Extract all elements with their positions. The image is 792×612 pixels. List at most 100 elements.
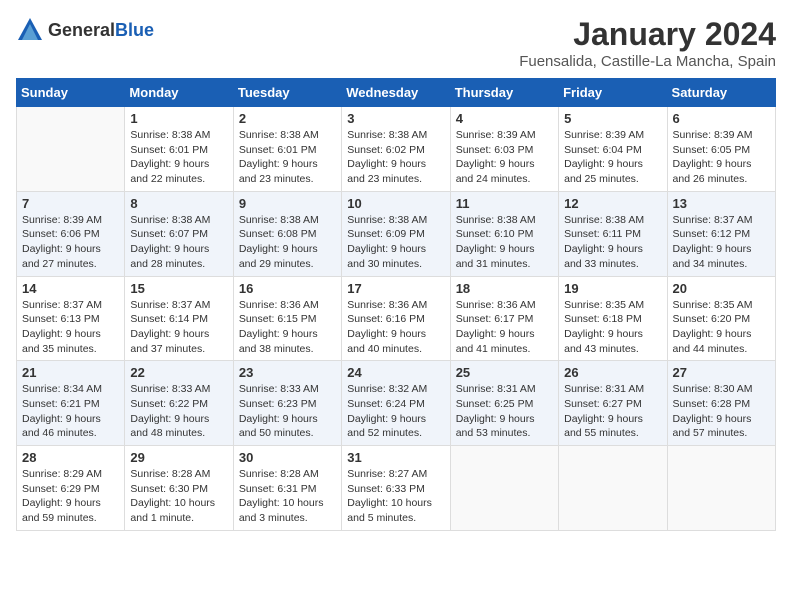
day-number: 16 (239, 281, 336, 296)
day-info: Sunrise: 8:31 AMSunset: 6:27 PMDaylight:… (564, 382, 661, 441)
logo-blue: Blue (115, 20, 154, 40)
table-row: 2 Sunrise: 8:38 AMSunset: 6:01 PMDaylight… (233, 107, 341, 192)
day-number: 15 (130, 281, 227, 296)
day-info: Sunrise: 8:38 AMSunset: 6:01 PMDaylight:… (239, 128, 336, 187)
header-thursday: Thursday (450, 79, 558, 107)
header-friday: Friday (559, 79, 667, 107)
calendar: Sunday Monday Tuesday Wednesday Thursday… (16, 78, 776, 531)
calendar-row: 14 Sunrise: 8:37 AMSunset: 6:13 PMDayligh… (17, 276, 776, 361)
table-row: 1Sunrise: 8:38 AMSunset: 6:01 PMDaylight… (125, 107, 233, 192)
table-row: 29Sunrise: 8:28 AMSunset: 6:30 PMDayligh… (125, 446, 233, 531)
day-number: 17 (347, 281, 444, 296)
logo-general: General (48, 20, 115, 40)
day-number: 9 (239, 196, 336, 211)
day-info: Sunrise: 8:37 AMSunset: 6:12 PMDaylight:… (673, 213, 770, 272)
day-info: Sunrise: 8:39 AMSunset: 6:04 PMDaylight:… (564, 128, 661, 187)
day-info: Sunrise: 8:39 AMSunset: 6:06 PMDaylight:… (22, 213, 119, 272)
table-row: 22 Sunrise: 8:33 AMSunset: 6:22 PMDayligh… (125, 361, 233, 446)
table-row (559, 446, 667, 531)
day-number: 20 (673, 281, 770, 296)
table-row: 23Sunrise: 8:33 AMSunset: 6:23 PMDayligh… (233, 361, 341, 446)
day-info: Sunrise: 8:39 AMSunset: 6:03 PMDaylight:… (456, 128, 553, 187)
table-row: 27 Sunrise: 8:30 AMSunset: 6:28 PMDayligh… (667, 361, 775, 446)
table-row: 14 Sunrise: 8:37 AMSunset: 6:13 PMDayligh… (17, 276, 125, 361)
calendar-row: 28Sunrise: 8:29 AMSunset: 6:29 PMDayligh… (17, 446, 776, 531)
day-number: 6 (673, 111, 770, 126)
calendar-row: 1Sunrise: 8:38 AMSunset: 6:01 PMDaylight… (17, 107, 776, 192)
header-monday: Monday (125, 79, 233, 107)
day-info: Sunrise: 8:38 AMSunset: 6:10 PMDaylight:… (456, 213, 553, 272)
day-number: 8 (130, 196, 227, 211)
header-saturday: Saturday (667, 79, 775, 107)
table-row: 8Sunrise: 8:38 AMSunset: 6:07 PMDaylight… (125, 191, 233, 276)
day-info: Sunrise: 8:36 AMSunset: 6:17 PMDaylight:… (456, 298, 553, 357)
day-number: 2 (239, 111, 336, 126)
day-info: Sunrise: 8:30 AMSunset: 6:28 PMDaylight:… (673, 382, 770, 441)
table-row: 6 Sunrise: 8:39 AMSunset: 6:05 PMDaylight… (667, 107, 775, 192)
day-info: Sunrise: 8:32 AMSunset: 6:24 PMDaylight:… (347, 382, 444, 441)
table-row: 15 Sunrise: 8:37 AMSunset: 6:14 PMDayligh… (125, 276, 233, 361)
table-row: 24 Sunrise: 8:32 AMSunset: 6:24 PMDayligh… (342, 361, 450, 446)
day-number: 10 (347, 196, 444, 211)
table-row: 16 Sunrise: 8:36 AMSunset: 6:15 PMDayligh… (233, 276, 341, 361)
day-info: Sunrise: 8:33 AMSunset: 6:23 PMDaylight:… (239, 382, 336, 441)
day-info: Sunrise: 8:38 AMSunset: 6:11 PMDaylight:… (564, 213, 661, 272)
table-row: 26 Sunrise: 8:31 AMSunset: 6:27 PMDayligh… (559, 361, 667, 446)
table-row: 4 Sunrise: 8:39 AMSunset: 6:03 PMDaylight… (450, 107, 558, 192)
table-row: 11 Sunrise: 8:38 AMSunset: 6:10 PMDayligh… (450, 191, 558, 276)
table-row: 21Sunrise: 8:34 AMSunset: 6:21 PMDayligh… (17, 361, 125, 446)
table-row (667, 446, 775, 531)
table-row: 18Sunrise: 8:36 AMSunset: 6:17 PMDayligh… (450, 276, 558, 361)
day-info: Sunrise: 8:31 AMSunset: 6:25 PMDaylight:… (456, 382, 553, 441)
day-number: 28 (22, 450, 119, 465)
day-info: Sunrise: 8:36 AMSunset: 6:16 PMDaylight:… (347, 298, 444, 357)
day-number: 24 (347, 365, 444, 380)
day-number: 3 (347, 111, 444, 126)
day-info: Sunrise: 8:37 AMSunset: 6:13 PMDaylight:… (22, 298, 119, 357)
day-info: Sunrise: 8:27 AMSunset: 6:33 PMDaylight:… (347, 467, 444, 526)
day-number: 13 (673, 196, 770, 211)
table-row: 5Sunrise: 8:39 AMSunset: 6:04 PMDaylight… (559, 107, 667, 192)
day-number: 11 (456, 196, 553, 211)
table-row (17, 107, 125, 192)
day-number: 4 (456, 111, 553, 126)
table-row: 25 Sunrise: 8:31 AMSunset: 6:25 PMDayligh… (450, 361, 558, 446)
table-row: 20 Sunrise: 8:35 AMSunset: 6:20 PMDayligh… (667, 276, 775, 361)
day-number: 26 (564, 365, 661, 380)
day-info: Sunrise: 8:33 AMSunset: 6:22 PMDaylight:… (130, 382, 227, 441)
table-row: 13 Sunrise: 8:37 AMSunset: 6:12 PMDayligh… (667, 191, 775, 276)
day-info: Sunrise: 8:38 AMSunset: 6:08 PMDaylight:… (239, 213, 336, 272)
day-info: Sunrise: 8:35 AMSunset: 6:18 PMDaylight:… (564, 298, 661, 357)
header-wednesday: Wednesday (342, 79, 450, 107)
header-sunday: Sunday (17, 79, 125, 107)
day-info: Sunrise: 8:39 AMSunset: 6:05 PMDaylight:… (673, 128, 770, 187)
day-number: 25 (456, 365, 553, 380)
day-number: 12 (564, 196, 661, 211)
location-title: Fuensalida, Castille-La Mancha, Spain (519, 53, 776, 70)
day-number: 31 (347, 450, 444, 465)
table-row: 30Sunrise: 8:28 AMSunset: 6:31 PMDayligh… (233, 446, 341, 531)
day-info: Sunrise: 8:36 AMSunset: 6:15 PMDaylight:… (239, 298, 336, 357)
table-row: 28Sunrise: 8:29 AMSunset: 6:29 PMDayligh… (17, 446, 125, 531)
title-area: January 2024 Fuensalida, Castille-La Man… (519, 16, 776, 70)
day-number: 14 (22, 281, 119, 296)
day-info: Sunrise: 8:37 AMSunset: 6:14 PMDaylight:… (130, 298, 227, 357)
table-row: 31 Sunrise: 8:27 AMSunset: 6:33 PMDayligh… (342, 446, 450, 531)
day-number: 27 (673, 365, 770, 380)
header: GeneralBlue January 2024 Fuensalida, Cas… (16, 16, 776, 70)
day-number: 19 (564, 281, 661, 296)
table-row: 17 Sunrise: 8:36 AMSunset: 6:16 PMDayligh… (342, 276, 450, 361)
table-row: 9 Sunrise: 8:38 AMSunset: 6:08 PMDaylight… (233, 191, 341, 276)
table-row: 7 Sunrise: 8:39 AMSunset: 6:06 PMDaylight… (17, 191, 125, 276)
day-info: Sunrise: 8:35 AMSunset: 6:20 PMDaylight:… (673, 298, 770, 357)
day-info: Sunrise: 8:38 AMSunset: 6:02 PMDaylight:… (347, 128, 444, 187)
month-title: January 2024 (519, 16, 776, 53)
logo-icon (16, 16, 44, 44)
logo: GeneralBlue (16, 16, 154, 44)
table-row: 19 Sunrise: 8:35 AMSunset: 6:18 PMDayligh… (559, 276, 667, 361)
day-number: 22 (130, 365, 227, 380)
logo-text: GeneralBlue (48, 20, 154, 41)
day-number: 7 (22, 196, 119, 211)
table-row: 3 Sunrise: 8:38 AMSunset: 6:02 PMDaylight… (342, 107, 450, 192)
table-row (450, 446, 558, 531)
